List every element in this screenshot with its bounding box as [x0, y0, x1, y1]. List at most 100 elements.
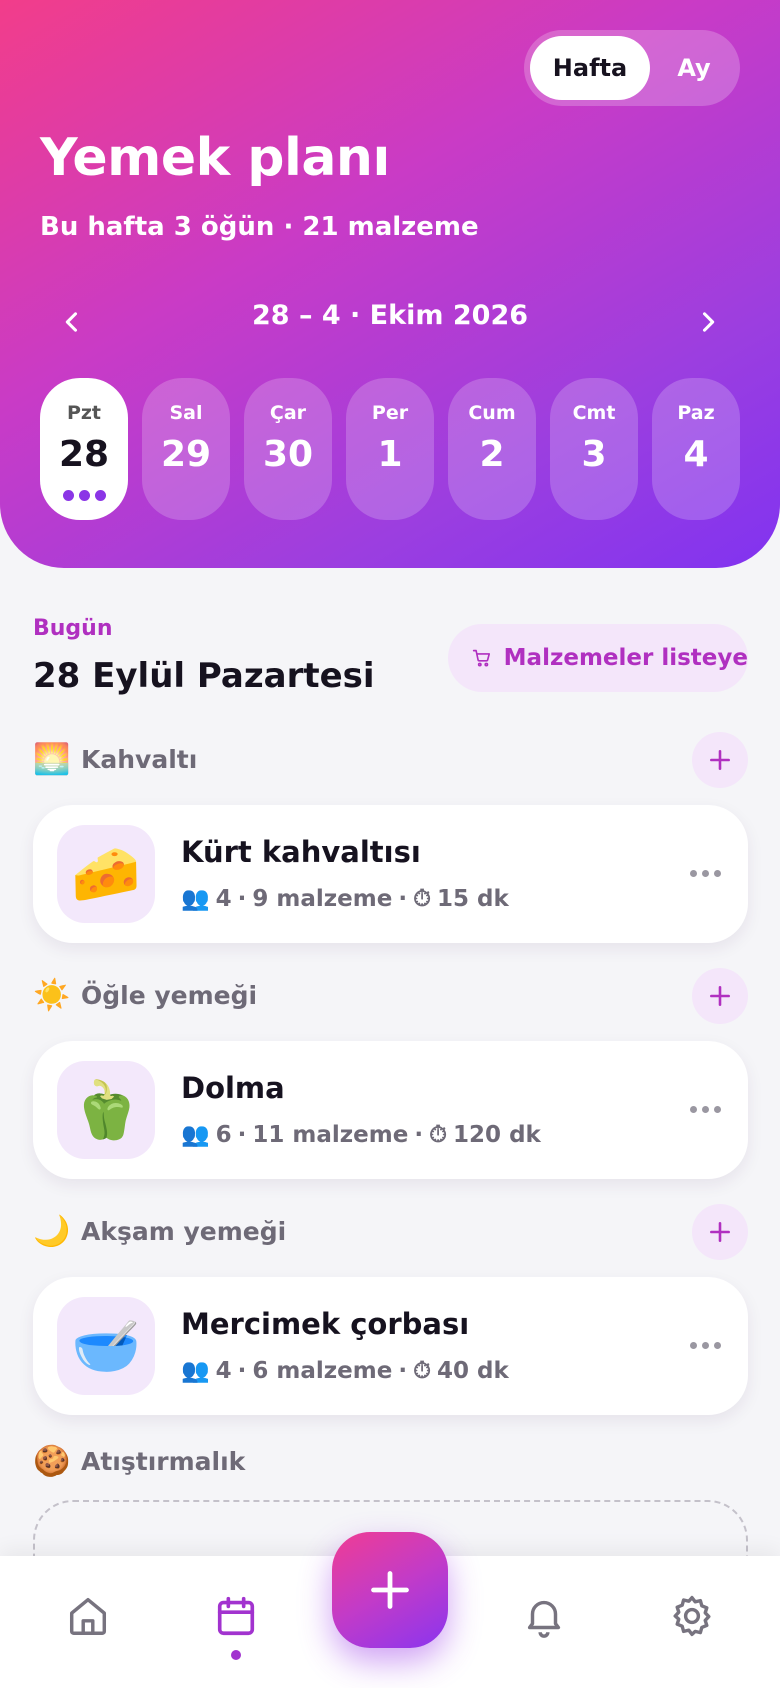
sun-icon: ☀️ [33, 977, 71, 1013]
day-name: Cmt [572, 402, 616, 424]
day-number: 29 [160, 434, 212, 475]
day-pill-thursday[interactable]: Per 1 [346, 378, 434, 520]
prep-time: 40 dk [437, 1357, 509, 1384]
bell-icon [527, 1600, 561, 1638]
day-number: 3 [581, 434, 607, 475]
day-name: Pzt [66, 402, 102, 424]
meal-dots [40, 490, 128, 501]
today-date: 28 Eylül Pazartesi [33, 656, 375, 696]
meal-card-breakfast[interactable]: 🧀 Kürt kahvaltısı 👥 4 · 9 malzeme · ⏱ 15… [33, 805, 748, 943]
bell-pepper-icon: 🫑 [57, 1061, 155, 1159]
nav-notifications[interactable] [514, 1586, 574, 1646]
chevron-left-icon [65, 312, 78, 332]
separator: · [398, 885, 408, 912]
meal-card-dinner[interactable]: 🥣 Mercimek çorbası 👥 4 · 6 malzeme · ⏱ 4… [33, 1277, 748, 1415]
month-view-option[interactable]: Ay [654, 36, 734, 100]
servings: 4 [215, 885, 232, 912]
add-breakfast-button[interactable] [692, 732, 748, 788]
ingredient-count: 11 malzeme [252, 1121, 409, 1148]
calendar-icon [217, 1596, 255, 1636]
meal-meta: 👥 4 · 9 malzeme · ⏱ 15 dk [181, 885, 509, 913]
moon-icon: 🌙 [33, 1213, 71, 1249]
servings: 4 [215, 1357, 232, 1384]
separator: · [237, 1121, 247, 1148]
day-number: 1 [377, 434, 403, 475]
plus-icon [710, 1222, 730, 1242]
day-pill-sunday[interactable]: Paz 4 [652, 378, 740, 520]
people-icon: 👥 [181, 886, 210, 912]
separator: · [237, 885, 247, 912]
day-pill-friday[interactable]: Cum 2 [448, 378, 536, 520]
week-view-option[interactable]: Hafta [530, 36, 650, 100]
cart-icon [472, 649, 491, 667]
prep-time: 15 dk [437, 885, 509, 912]
people-icon: 👥 [181, 1122, 210, 1148]
ingredient-count: 6 malzeme [252, 1357, 393, 1384]
more-options-icon[interactable] [685, 861, 725, 885]
nav-settings[interactable] [662, 1586, 722, 1646]
day-pill-monday[interactable]: Pzt 28 [40, 378, 128, 520]
section-lunch: ☀️ Öğle yemeği [33, 973, 257, 1017]
next-week-button[interactable] [684, 298, 732, 346]
day-number: 4 [683, 434, 709, 475]
section-title: Kahvaltı [81, 744, 198, 774]
day-name: Paz [677, 402, 715, 424]
day-pill-wednesday[interactable]: Çar 30 [244, 378, 332, 520]
people-icon: 👥 [181, 1358, 210, 1384]
day-name: Cum [468, 402, 516, 424]
more-options-icon[interactable] [685, 1333, 725, 1357]
ingredient-count: 9 malzeme [252, 885, 393, 912]
prep-time: 120 dk [453, 1121, 541, 1148]
add-dinner-button[interactable] [692, 1204, 748, 1260]
separator: · [398, 1357, 408, 1384]
meal-name: Mercimek çorbası [181, 1307, 470, 1341]
active-tab-indicator [231, 1650, 241, 1660]
meal-name: Dolma [181, 1071, 285, 1105]
day-number: 2 [479, 434, 505, 475]
section-title: Akşam yemeği [81, 1216, 287, 1246]
day-name: Per [371, 402, 409, 424]
day-number: 30 [262, 434, 314, 475]
day-name: Sal [169, 402, 203, 424]
cookie-icon: 🍪 [33, 1443, 71, 1479]
add-meal-fab[interactable] [332, 1532, 448, 1648]
page-subtitle: Bu hafta 3 öğün · 21 malzeme [40, 212, 479, 242]
sunrise-icon: 🌅 [33, 741, 71, 777]
previous-week-button[interactable] [48, 298, 96, 346]
nav-calendar[interactable] [206, 1586, 266, 1646]
soup-bowl-icon: 🥣 [57, 1297, 155, 1395]
add-to-shopping-list-button[interactable]: Malzemeler listeye [448, 624, 748, 692]
timer-icon: ⏱ [429, 1121, 448, 1148]
add-lunch-button[interactable] [692, 968, 748, 1024]
plus-icon [710, 750, 730, 770]
day-pill-tuesday[interactable]: Sal 29 [142, 378, 230, 520]
day-name: Çar [269, 402, 307, 424]
home-icon [69, 1597, 107, 1635]
view-toggle: Hafta Ay [524, 30, 740, 106]
section-dinner: 🌙 Akşam yemeği [33, 1209, 286, 1253]
day-picker: Pzt 28 Sal 29 Çar 30 Per 1 Cum 2 Cmt 3 P… [40, 378, 740, 520]
servings: 6 [215, 1121, 232, 1148]
cheese-icon: 🧀 [57, 825, 155, 923]
section-breakfast: 🌅 Kahvaltı [33, 737, 197, 781]
header-hero: Hafta Ay Yemek planı Bu hafta 3 öğün · 2… [0, 0, 780, 568]
chevron-right-icon [702, 312, 715, 332]
plus-icon [710, 986, 730, 1006]
timer-icon: ⏱ [413, 885, 432, 912]
shopping-button-label: Malzemeler listeye [503, 645, 748, 671]
more-options-icon[interactable] [685, 1097, 725, 1121]
separator: · [237, 1357, 247, 1384]
section-title: Öğle yemeği [81, 980, 258, 1010]
section-title: Atıştırmalık [81, 1446, 246, 1476]
separator: · [414, 1121, 424, 1148]
meal-meta: 👥 4 · 6 malzeme · ⏱ 40 dk [181, 1357, 509, 1385]
meal-card-lunch[interactable]: 🫑 Dolma 👥 6 · 11 malzeme · ⏱ 120 dk [33, 1041, 748, 1179]
meal-name: Kürt kahvaltısı [181, 835, 421, 869]
page-title: Yemek planı [40, 128, 390, 188]
today-label: Bugün [33, 616, 113, 641]
meal-meta: 👥 6 · 11 malzeme · ⏱ 120 dk [181, 1121, 541, 1149]
nav-home[interactable] [58, 1586, 118, 1646]
day-pill-saturday[interactable]: Cmt 3 [550, 378, 638, 520]
timer-icon: ⏱ [413, 1357, 432, 1384]
gear-icon [673, 1595, 711, 1637]
